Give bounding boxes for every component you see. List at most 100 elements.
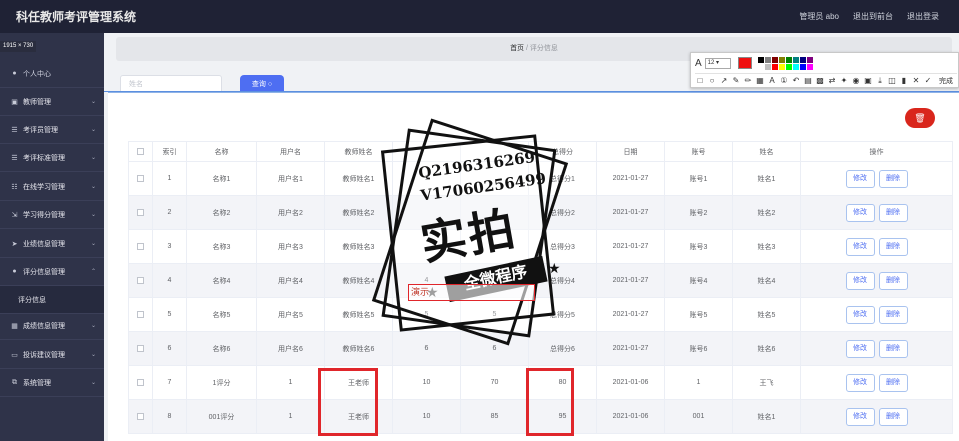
trash-icon: 🗑 (914, 113, 926, 123)
edit-button[interactable]: 修改 (845, 203, 875, 222)
sidebar-item-label: 教师管理 (23, 98, 51, 106)
sidebar-item-label: 评分信息 (18, 296, 46, 304)
pen-tool-icon[interactable]: ✎ (731, 76, 741, 85)
edit-button[interactable]: 修改 (845, 305, 875, 324)
checkbox[interactable] (137, 242, 144, 250)
cell-ops: 修改 删除 (800, 263, 953, 298)
row-checkbox[interactable] (128, 399, 153, 434)
sidebar-item-system[interactable]: ⧉ 系统管理 ⌄ (0, 369, 104, 397)
color-swatch[interactable] (764, 56, 771, 63)
row-checkbox[interactable] (128, 263, 153, 298)
magic-icon[interactable]: ✦ (839, 76, 849, 85)
sidebar-item-personal-center[interactable]: ● 个人中心 (0, 60, 104, 88)
delete-button[interactable]: 删除 (878, 373, 908, 392)
color-swatch[interactable] (806, 56, 813, 63)
delete-button[interactable]: 删除 (878, 305, 908, 324)
row-checkbox[interactable] (128, 365, 153, 400)
sidebar-item-grades[interactable]: ▦ 成绩信息管理 ⌄ (0, 312, 104, 340)
scroll-capture-icon[interactable]: ▣ (863, 76, 873, 85)
cell-index: 4 (152, 263, 187, 298)
color-swatch[interactable] (785, 63, 792, 70)
undo-icon[interactable]: ↶ (791, 76, 801, 85)
edit-button[interactable]: 修改 (845, 407, 875, 426)
checkbox[interactable] (137, 344, 144, 352)
sidebar-item-teacher[interactable]: ▣ 教师管理 ⌄ (0, 88, 104, 116)
edit-button[interactable]: 修改 (845, 339, 875, 358)
delete-button[interactable]: 删除 (878, 237, 908, 256)
sidebar-item-rating-info[interactable]: 评分信息 (0, 286, 104, 314)
row-checkbox[interactable] (128, 229, 153, 264)
arrow-tool-icon[interactable]: ↗ (719, 76, 729, 85)
batch-delete-button[interactable]: 🗑 (905, 108, 935, 128)
mosaic-tool-icon[interactable]: ▦ (755, 76, 765, 85)
cell-account: 账号6 (664, 331, 733, 366)
font-size-select[interactable]: 12 ▾ (704, 57, 731, 69)
bookmark-icon[interactable]: ▮ (899, 76, 909, 85)
checkbox[interactable] (137, 276, 144, 284)
to-front-link[interactable]: 退出到前台 (853, 11, 893, 22)
select-all-checkbox[interactable] (128, 141, 153, 162)
edit-button[interactable]: 修改 (845, 169, 875, 188)
expand-icon: ⇲ (11, 211, 18, 219)
current-color-swatch[interactable] (737, 57, 752, 69)
color-swatch[interactable] (792, 63, 799, 70)
color-swatch[interactable] (778, 56, 785, 63)
delete-button[interactable]: 删除 (878, 339, 908, 358)
edit-button[interactable]: 修改 (845, 373, 875, 392)
download-icon[interactable]: ⤓ (875, 76, 885, 86)
watermark-stamp: Q2196316269 V17060256499 实拍 ★ ★ 全微程序 (371, 118, 569, 346)
delete-button[interactable]: 删除 (878, 169, 908, 188)
done-button[interactable]: 完成 (939, 76, 953, 86)
rectangle-tool-icon[interactable]: □ (695, 76, 705, 85)
cell-realname: 姓名1 (732, 399, 801, 434)
checkbox[interactable] (137, 412, 144, 420)
color-swatch[interactable] (771, 56, 778, 63)
cell-name: 名称4 (186, 263, 257, 298)
edit-button[interactable]: 修改 (845, 237, 875, 256)
record-icon[interactable]: ◉ (851, 76, 861, 85)
delete-button[interactable]: 删除 (878, 203, 908, 222)
sidebar-item-learning-score[interactable]: ⇲ 学习得分管理 ⌄ (0, 201, 104, 229)
delete-button[interactable]: 删除 (878, 407, 908, 426)
ellipse-tool-icon[interactable]: ○ (707, 76, 717, 85)
row-checkbox[interactable] (128, 161, 153, 196)
color-swatch[interactable] (778, 63, 785, 70)
ocr-icon[interactable]: ▩ (815, 76, 825, 85)
checkbox[interactable] (137, 310, 144, 318)
list-icon: ☰ (11, 126, 18, 134)
cell-date: 2021-01-27 (596, 331, 665, 366)
color-swatch[interactable] (792, 56, 799, 63)
sidebar-item-criteria[interactable]: ☰ 考评标准管理 ⌄ (0, 144, 104, 172)
check-icon[interactable]: ✓ (923, 76, 933, 85)
edit-button[interactable]: 修改 (845, 271, 875, 290)
breadcrumb-home[interactable]: 首页 (510, 45, 524, 52)
checkbox[interactable] (137, 174, 144, 182)
sidebar-item-complaints[interactable]: ▭ 投诉建议管理 ⌄ (0, 341, 104, 369)
checkbox[interactable] (137, 378, 144, 386)
color-swatch[interactable] (785, 56, 792, 63)
translate-icon[interactable]: ⇄ (827, 76, 837, 85)
number-tool-icon[interactable]: ① (779, 76, 789, 85)
row-checkbox[interactable] (128, 297, 153, 332)
color-swatch[interactable] (806, 63, 813, 70)
color-swatch[interactable] (799, 63, 806, 70)
row-checkbox[interactable] (128, 331, 153, 366)
sidebar-item-evaluator[interactable]: ☰ 考评员管理 ⌄ (0, 116, 104, 144)
delete-button[interactable]: 删除 (878, 271, 908, 290)
color-swatch[interactable] (799, 56, 806, 63)
color-swatch[interactable] (757, 56, 764, 63)
sidebar-item-performance[interactable]: ➤ 业绩信息管理 ⌄ (0, 230, 104, 258)
sidebar-item-rating-info-group[interactable]: ● 评分信息管理 ⌃ (0, 258, 104, 286)
color-swatch[interactable] (757, 63, 764, 70)
highlighter-tool-icon[interactable]: ✏ (743, 76, 753, 85)
color-swatch[interactable] (764, 63, 771, 70)
color-swatch[interactable] (771, 63, 778, 70)
close-icon[interactable]: ✕ (911, 76, 921, 85)
save-icon[interactable]: ◫ (887, 76, 897, 85)
row-checkbox[interactable] (128, 195, 153, 230)
logout-link[interactable]: 退出登录 (907, 11, 939, 22)
pin-icon[interactable]: ▤ (803, 76, 813, 85)
text-tool-icon[interactable]: A (767, 76, 777, 85)
checkbox[interactable] (137, 208, 144, 216)
sidebar-item-online-learning[interactable]: ☷ 在线学习管理 ⌄ (0, 173, 104, 201)
